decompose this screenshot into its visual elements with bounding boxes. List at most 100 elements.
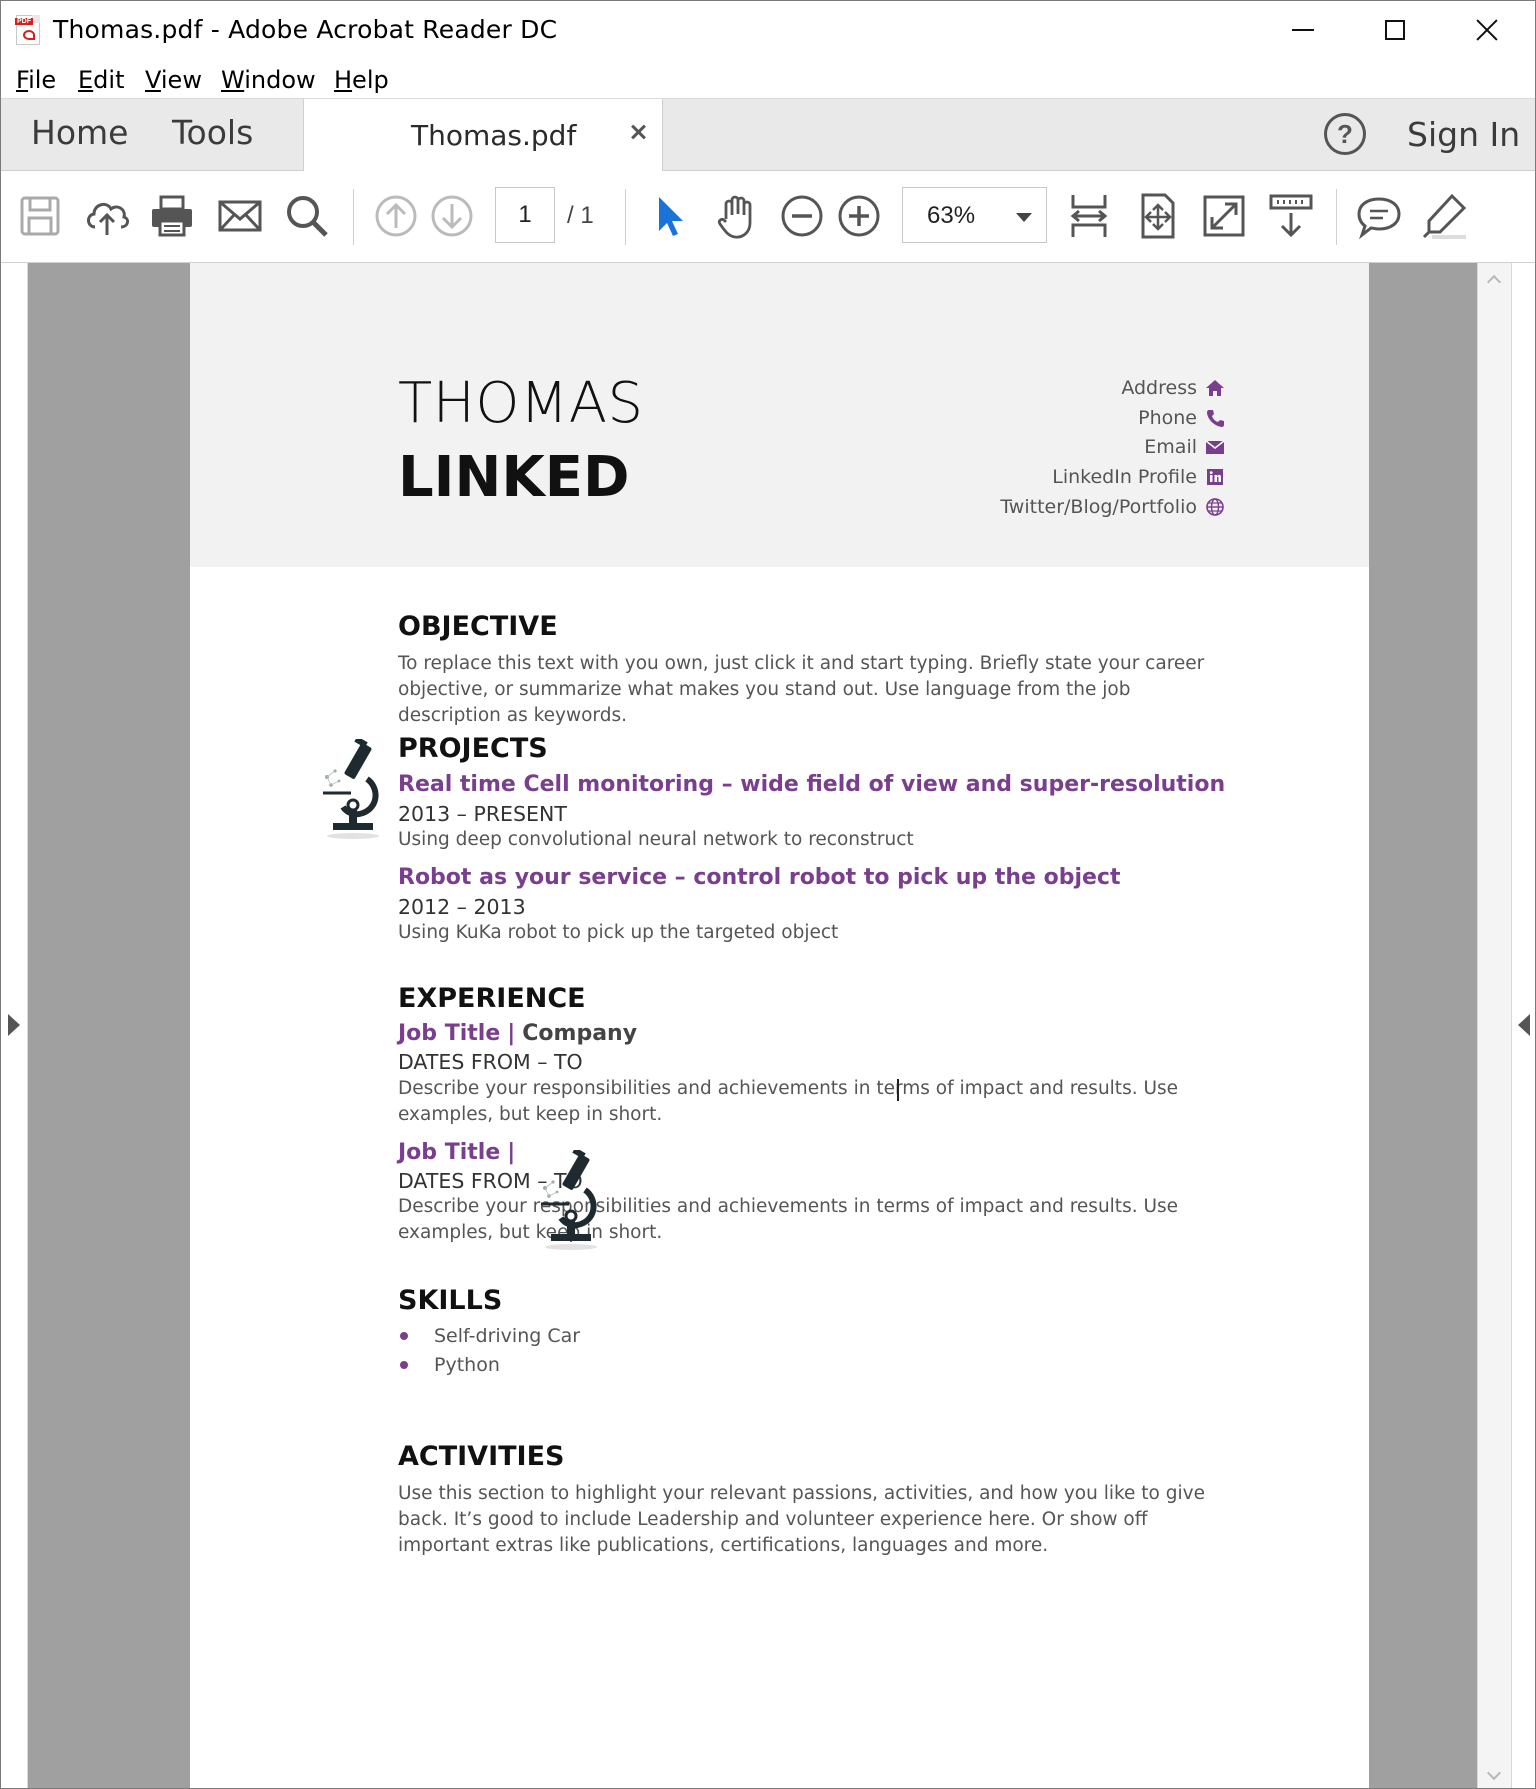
fit-width-icon[interactable] xyxy=(1065,191,1113,241)
globe-icon xyxy=(1205,497,1225,517)
sign-in-button[interactable]: Sign In xyxy=(1407,115,1520,154)
project-title: Robot as your service – control robot to… xyxy=(398,865,1121,890)
expand-left-icon xyxy=(8,1014,20,1036)
job-dates: DATES FROM – TO xyxy=(398,1050,583,1074)
search-icon[interactable] xyxy=(283,191,331,241)
page-down-icon[interactable] xyxy=(428,191,476,241)
close-icon xyxy=(1476,19,1498,41)
skill-item: Python xyxy=(398,1354,500,1376)
hand-icon[interactable] xyxy=(712,191,760,241)
zoom-in-icon[interactable] xyxy=(835,191,883,241)
job-separator: | xyxy=(507,1140,516,1165)
document-canvas[interactable]: THOMAS LINKED Address Phone Email Linked… xyxy=(28,263,1477,1788)
acrobat-app-icon: PDF xyxy=(15,15,40,45)
menu-window[interactable]: Window xyxy=(221,66,316,94)
page-total: / 1 xyxy=(567,202,594,229)
contact-label: LinkedIn Profile xyxy=(1052,466,1197,488)
job-title-line: Job Title | xyxy=(398,1140,515,1165)
contact-label: Address xyxy=(1121,377,1197,399)
objective-text: To replace this text with you own, just … xyxy=(398,653,1205,726)
page-number-input[interactable]: 1 xyxy=(495,187,555,243)
page-up-icon[interactable] xyxy=(372,191,420,241)
acrobat-window: PDF Thomas.pdf - Adobe Acrobat Reader DC… xyxy=(0,0,1536,1789)
job-description: Describe your responsibilities and achie… xyxy=(398,1196,1179,1243)
zoom-value: 63% xyxy=(927,202,976,229)
fit-page-icon[interactable] xyxy=(1133,191,1181,241)
title-bar: PDF Thomas.pdf - Adobe Acrobat Reader DC xyxy=(1,1,1535,59)
skill-label: Python xyxy=(434,1354,500,1376)
microscope-icon xyxy=(317,736,389,843)
full-screen-icon[interactable] xyxy=(1200,191,1248,241)
zoom-dropdown[interactable]: 63% xyxy=(902,187,1047,243)
pdf-page[interactable]: THOMAS LINKED Address Phone Email Linked… xyxy=(190,263,1369,1788)
menu-view[interactable]: View xyxy=(145,66,202,94)
scroll-down-icon[interactable] xyxy=(1486,1765,1502,1781)
tab-document[interactable]: Thomas.pdf xyxy=(303,99,663,171)
job-separator: | xyxy=(507,1021,516,1046)
envelope-icon xyxy=(1205,437,1225,457)
menu-edit[interactable]: Edit xyxy=(78,66,124,94)
maximize-icon xyxy=(1385,20,1405,40)
help-icon[interactable]: ? xyxy=(1324,113,1366,155)
job-description: Describe your responsibilities and achie… xyxy=(398,1078,1179,1125)
projects-heading: PROJECTS xyxy=(398,733,548,764)
left-panel-toggle[interactable] xyxy=(1,263,28,1788)
activities-text: Use this section to highlight your relev… xyxy=(398,1483,1205,1556)
job-title: Job Title xyxy=(398,1021,501,1046)
tab-home[interactable]: Home xyxy=(31,113,128,152)
toolbar-separator xyxy=(1336,189,1337,245)
phone-icon xyxy=(1205,408,1225,428)
project-description: Using KuKa robot to pick up the targeted… xyxy=(398,922,839,943)
microscope-icon[interactable] xyxy=(535,1147,607,1254)
job-title-line: Job Title | Company xyxy=(398,1021,637,1046)
minimize-icon xyxy=(1292,29,1314,31)
contact-address: Address xyxy=(1121,376,1225,400)
close-tab-icon[interactable] xyxy=(628,121,650,143)
select-arrow-icon[interactable] xyxy=(645,191,693,241)
zoom-out-icon[interactable] xyxy=(778,191,826,241)
bullet-dot xyxy=(400,1361,408,1369)
project-dates: 2012 – 2013 xyxy=(398,895,526,919)
print-icon[interactable] xyxy=(148,191,196,241)
toolbar-separator xyxy=(625,189,626,245)
job-company: Company xyxy=(522,1021,638,1046)
skills-heading: SKILLS xyxy=(398,1285,503,1316)
resume-first-name: THOMAS xyxy=(398,371,644,436)
skill-label: Self-driving Car xyxy=(434,1325,581,1347)
objective-heading: OBJECTIVE xyxy=(398,611,558,642)
cloud-upload-icon[interactable] xyxy=(83,191,131,241)
toolbar-separator xyxy=(353,189,354,245)
email-icon[interactable] xyxy=(216,191,264,241)
menu-bar: File Edit View Window Help xyxy=(1,59,1535,99)
minimize-button[interactable] xyxy=(1258,1,1348,59)
tab-tools[interactable]: Tools xyxy=(172,113,253,152)
chevron-down-icon xyxy=(1016,213,1032,222)
project-title: Real time Cell monitoring – wide field o… xyxy=(398,772,1226,797)
scroll-up-icon[interactable] xyxy=(1486,274,1502,290)
home-icon xyxy=(1205,378,1225,398)
project-description: Using deep convolutional neural network … xyxy=(398,829,914,850)
save-icon[interactable] xyxy=(16,191,64,241)
contact-email: Email xyxy=(1144,435,1225,459)
text-cursor xyxy=(897,1079,899,1101)
contact-phone: Phone xyxy=(1138,406,1225,430)
highlight-icon[interactable] xyxy=(1420,191,1468,241)
expand-right-icon xyxy=(1518,1014,1530,1036)
menu-help[interactable]: Help xyxy=(334,66,389,94)
maximize-button[interactable] xyxy=(1350,1,1440,59)
menu-file[interactable]: File xyxy=(16,66,56,94)
close-window-button[interactable] xyxy=(1442,1,1532,59)
skill-item: Self-driving Car xyxy=(398,1325,580,1347)
job-title: Job Title xyxy=(398,1140,501,1165)
contact-label: Twitter/Blog/Portfolio xyxy=(1000,496,1197,518)
toolbar: 1 / 1 63% xyxy=(1,171,1535,263)
right-panel-toggle[interactable] xyxy=(1511,263,1535,1788)
comment-icon[interactable] xyxy=(1355,191,1403,241)
bullet-dot xyxy=(400,1332,408,1340)
scroll-mode-icon[interactable] xyxy=(1267,191,1315,241)
contact-label: Phone xyxy=(1138,407,1197,429)
vertical-scrollbar[interactable] xyxy=(1477,263,1511,1788)
activities-heading: ACTIVITIES xyxy=(398,1441,565,1472)
linkedin-icon xyxy=(1205,467,1225,487)
contact-linkedin: LinkedIn Profile xyxy=(1052,465,1225,489)
